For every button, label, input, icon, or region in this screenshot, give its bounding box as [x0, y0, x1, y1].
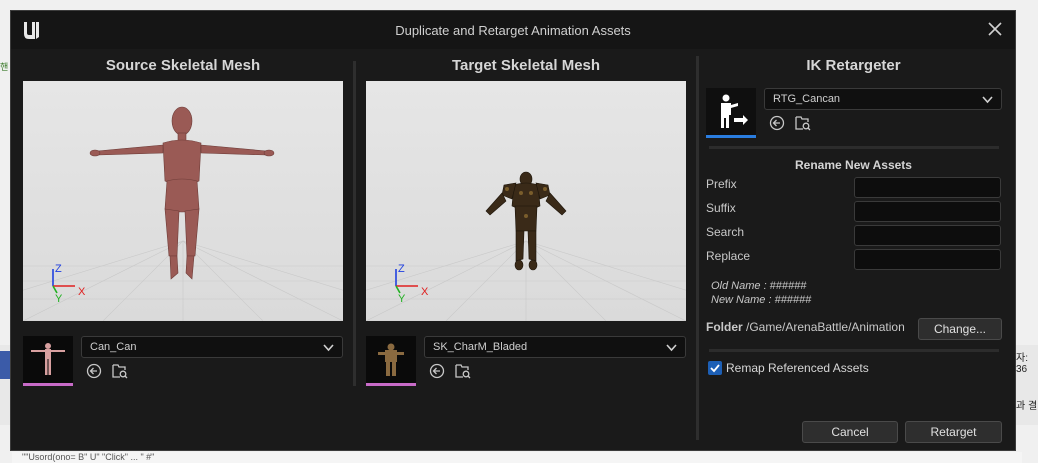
retargeter-asset-name: RTG_Cancan [773, 93, 841, 105]
prefix-label: Prefix [706, 177, 737, 191]
title-bar[interactable]: Duplicate and Retarget Animation Assets [11, 11, 1015, 49]
retarget-dialog: Duplicate and Retarget Animation Assets … [10, 10, 1016, 451]
replace-field[interactable] [854, 249, 1001, 270]
remap-label[interactable]: Remap Referenced Assets [726, 361, 869, 375]
retargeter-heading: IK Retargeter [806, 57, 901, 74]
target-mesh-thumbnail[interactable] [366, 336, 416, 386]
column-divider [353, 61, 356, 386]
folder-path: /Game/ArenaBattle/Animation [746, 320, 905, 334]
target-mesh-select[interactable]: SK_CharM_Bladed [424, 336, 686, 358]
character-thumbnail-icon [378, 343, 404, 376]
retargeter-asset-icon [721, 94, 748, 128]
axis-y-label: Y [398, 293, 406, 305]
source-heading: Source Skeletal Mesh [105, 57, 261, 74]
target-mesh-name: SK_CharM_Bladed [433, 341, 528, 353]
folder-row: Folder /Game/ArenaBattle/Animation [706, 320, 905, 334]
chevron-down-icon [982, 96, 993, 104]
search-field[interactable] [854, 225, 1001, 246]
column-divider [696, 56, 699, 440]
retargeter-thumbnail[interactable] [706, 88, 756, 138]
dialog-title: Duplicate and Retarget Animation Assets [395, 23, 631, 38]
rename-heading: Rename New Assets [795, 158, 912, 172]
use-selected-asset-icon[interactable] [86, 363, 102, 379]
target-heading: Target Skeletal Mesh [451, 57, 601, 74]
old-name-preview: Old Name : ###### [711, 280, 807, 292]
background-fragment-left: 핸 [0, 62, 9, 72]
browse-asset-icon[interactable] [455, 363, 471, 379]
retarget-button[interactable]: Retarget [905, 421, 1002, 443]
cancel-button[interactable]: Cancel [802, 421, 898, 443]
retargeter-select[interactable]: RTG_Cancan [764, 88, 1002, 110]
prefix-field[interactable] [854, 177, 1001, 198]
axis-x-label: X [78, 286, 86, 298]
axis-z-label: Z [55, 263, 62, 275]
remap-checkbox[interactable] [708, 361, 722, 375]
chevron-down-icon [666, 344, 677, 352]
use-selected-asset-icon[interactable] [429, 363, 445, 379]
target-preview: Z X Y [366, 171, 686, 321]
browse-asset-icon[interactable] [795, 115, 811, 131]
suffix-field[interactable] [854, 201, 1001, 222]
section-divider [709, 146, 999, 149]
axis-x-label: X [421, 286, 429, 298]
axis-z-label: Z [398, 263, 405, 275]
source-mesh-select[interactable]: Can_Can [81, 336, 343, 358]
mannequin-thumbnail-icon [31, 343, 65, 375]
close-icon[interactable] [987, 21, 1003, 37]
use-selected-asset-icon[interactable] [769, 115, 785, 131]
section-divider [709, 349, 999, 352]
source-preview: Z X Y [23, 106, 343, 321]
change-folder-button[interactable]: Change... [918, 318, 1002, 340]
background-strip-bottom: ""Usord(ono= B" U" "Click" ... " #" [12, 452, 1022, 463]
background-text: 과 결 [1016, 401, 1038, 412]
background-panel-right: 자: 36 과 결 [1015, 345, 1038, 425]
browse-asset-icon[interactable] [112, 363, 128, 379]
replace-label: Replace [706, 249, 751, 263]
source-mesh-name: Can_Can [90, 341, 137, 353]
background-text: 자: 36 [1016, 353, 1028, 375]
source-viewport[interactable]: Z X Y [23, 81, 343, 321]
folder-label: Folder [706, 320, 743, 334]
new-name-preview: New Name : ###### [711, 294, 812, 306]
axis-y-label: Y [55, 293, 63, 305]
checkmark-icon [710, 364, 720, 373]
target-viewport[interactable]: Z X Y [366, 81, 686, 321]
source-mesh-thumbnail[interactable] [23, 336, 73, 386]
chevron-down-icon [323, 344, 334, 352]
search-label: Search [706, 225, 745, 239]
suffix-label: Suffix [706, 201, 736, 215]
